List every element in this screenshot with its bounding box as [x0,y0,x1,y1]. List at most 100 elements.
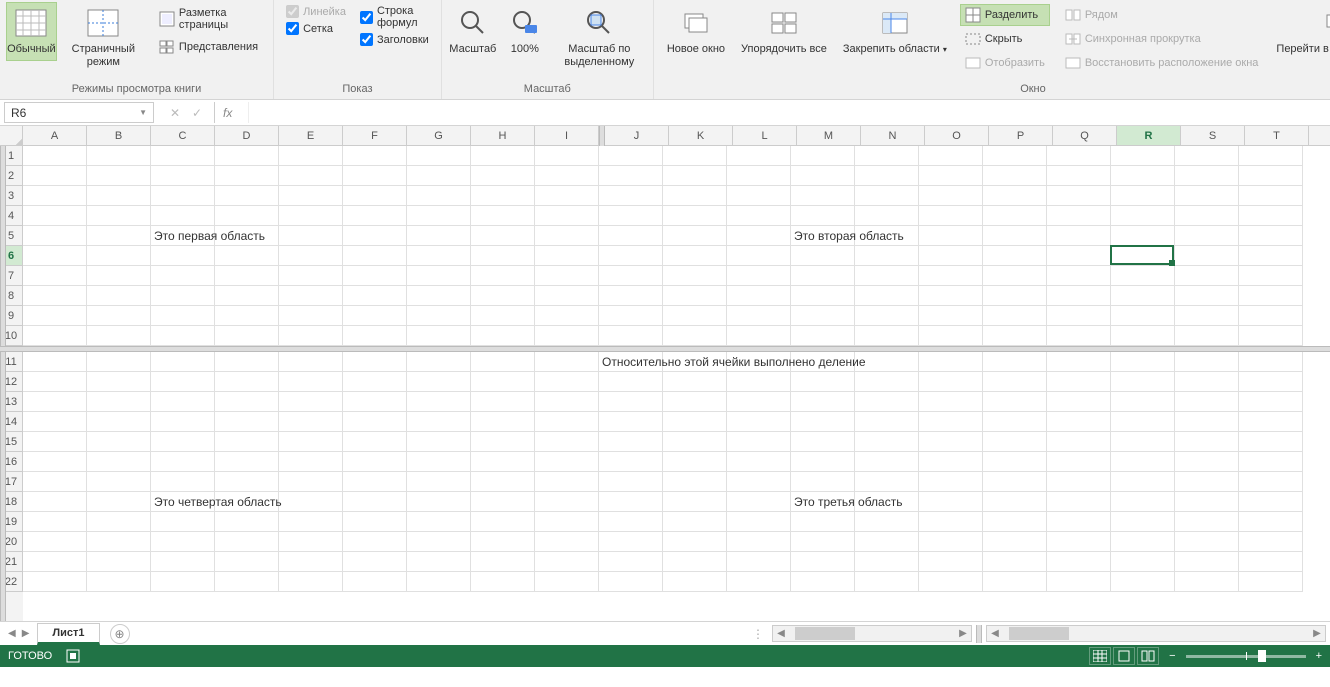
cell[interactable] [1111,166,1175,186]
cell[interactable] [279,472,343,492]
cell[interactable] [791,472,855,492]
cell[interactable] [791,532,855,552]
cell[interactable] [471,226,535,246]
cell[interactable] [151,472,215,492]
cell[interactable] [727,166,791,186]
cell[interactable] [727,572,791,592]
cell[interactable] [151,512,215,532]
cell[interactable] [599,532,663,552]
cell[interactable] [471,552,535,572]
cell[interactable] [1175,146,1239,166]
cell[interactable] [663,206,727,226]
cell[interactable] [599,146,663,166]
cell[interactable] [1047,532,1111,552]
cell[interactable] [1047,552,1111,572]
cell[interactable] [535,412,599,432]
check-headings[interactable]: Заголовки [358,32,431,47]
pane-bottom-right[interactable]: Относительно этой ячейки выполнено делен… [599,352,1330,621]
cell[interactable] [343,226,407,246]
cell[interactable] [1111,266,1175,286]
cell[interactable] [151,166,215,186]
cell[interactable] [151,326,215,346]
cell[interactable] [87,286,151,306]
cell[interactable] [279,206,343,226]
cell[interactable] [1175,432,1239,452]
cell[interactable] [87,186,151,206]
tab-nav-next-icon[interactable]: ▶ [22,628,30,639]
cell[interactable] [1239,492,1303,512]
cell[interactable] [727,266,791,286]
cell[interactable] [215,246,279,266]
cell[interactable] [663,492,727,512]
cell[interactable] [343,146,407,166]
cell[interactable] [535,226,599,246]
cell[interactable] [855,286,919,306]
cell[interactable] [471,246,535,266]
cell[interactable] [23,552,87,572]
cell[interactable] [535,206,599,226]
cell[interactable] [1047,286,1111,306]
cell[interactable] [407,146,471,166]
cell[interactable] [919,372,983,392]
cell[interactable] [1239,432,1303,452]
cell[interactable] [151,206,215,226]
cell[interactable] [919,412,983,432]
cell[interactable] [855,452,919,472]
cell[interactable] [343,412,407,432]
cell[interactable] [23,452,87,472]
cell[interactable] [1047,432,1111,452]
cell[interactable] [1175,532,1239,552]
cell[interactable] [1175,472,1239,492]
cell[interactable] [279,246,343,266]
cell[interactable] [87,166,151,186]
cell[interactable] [23,186,87,206]
cell[interactable] [343,492,407,512]
cell[interactable] [343,392,407,412]
cell[interactable] [471,512,535,532]
view-normal-button[interactable]: Обычный [6,2,57,61]
cell[interactable] [215,266,279,286]
cell[interactable] [1239,166,1303,186]
cell[interactable] [663,452,727,472]
chevron-down-icon[interactable]: ▼ [139,108,147,117]
column-header[interactable]: C [151,126,215,145]
cell[interactable] [407,226,471,246]
cell[interactable] [727,552,791,572]
cell[interactable] [599,452,663,472]
cell[interactable] [1239,532,1303,552]
cell[interactable] [1047,572,1111,592]
cell[interactable] [407,246,471,266]
cell[interactable] [663,412,727,432]
cell[interactable] [983,532,1047,552]
cell[interactable] [23,372,87,392]
cell[interactable] [983,166,1047,186]
cell[interactable] [471,306,535,326]
column-header[interactable]: L [733,126,797,145]
pane-top-right[interactable]: Это вторая область [599,146,1330,346]
cell[interactable] [23,146,87,166]
cell[interactable] [1239,552,1303,572]
cell[interactable] [1111,512,1175,532]
cell[interactable] [1047,246,1111,266]
cell[interactable] [535,306,599,326]
column-header[interactable]: F [343,126,407,145]
cell[interactable] [535,372,599,392]
cell[interactable] [1175,412,1239,432]
cell[interactable] [279,226,343,246]
cell[interactable] [535,186,599,206]
cell[interactable] [855,266,919,286]
column-header[interactable]: N [861,126,925,145]
cell[interactable] [23,492,87,512]
cell[interactable] [407,432,471,452]
cell[interactable] [23,326,87,346]
cell[interactable] [343,352,407,372]
cell[interactable] [599,372,663,392]
cell[interactable] [1047,512,1111,532]
column-header[interactable]: B [87,126,151,145]
cell[interactable] [535,352,599,372]
cell[interactable] [663,226,727,246]
sheet-tab[interactable]: Лист1 [37,623,99,645]
cell[interactable] [983,472,1047,492]
cell[interactable] [919,552,983,572]
cell[interactable] [279,392,343,412]
